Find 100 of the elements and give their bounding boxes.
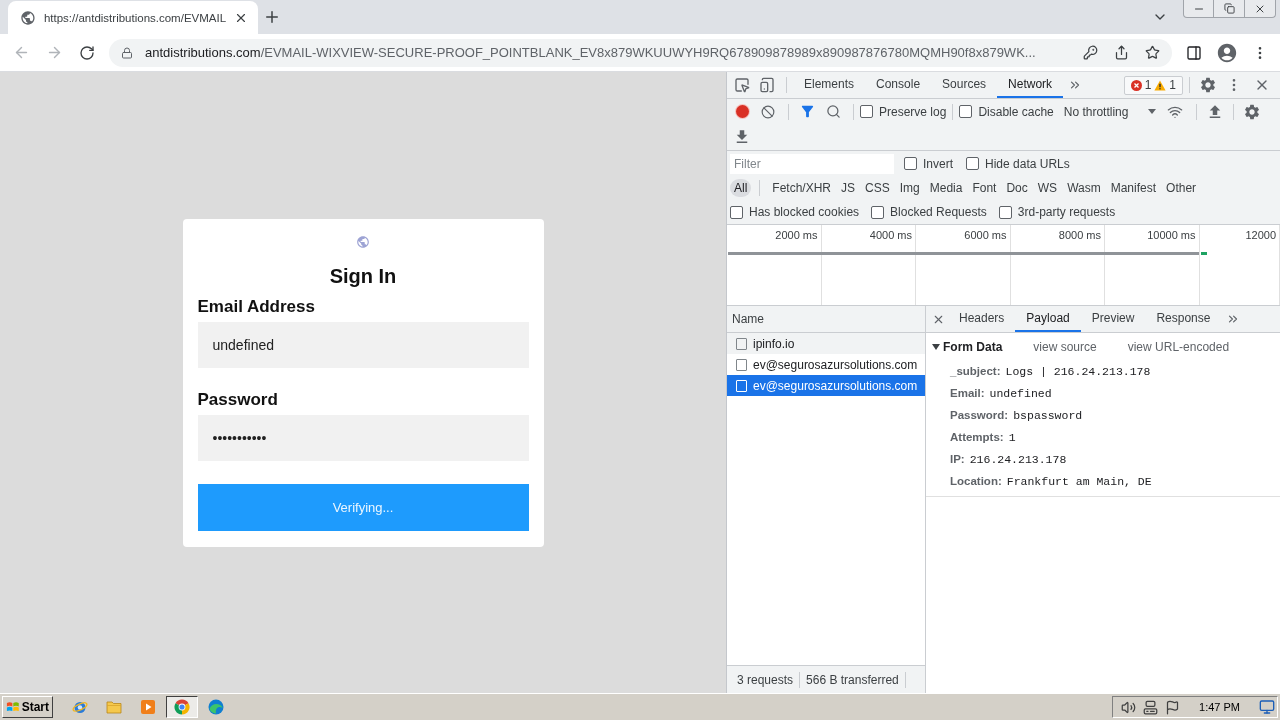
type-filter[interactable]: Doc bbox=[1002, 179, 1032, 197]
type-filter[interactable]: Media bbox=[925, 179, 967, 197]
checkbox[interactable] bbox=[904, 157, 917, 170]
type-filter[interactable]: Fetch/XHR bbox=[768, 179, 836, 197]
time-tick: 6000 ms bbox=[964, 229, 1007, 241]
share-icon[interactable] bbox=[1114, 45, 1129, 60]
field-key: _subject: bbox=[950, 365, 1001, 377]
clear-icon[interactable] bbox=[761, 104, 775, 119]
field-key: IP: bbox=[950, 453, 965, 465]
globe-icon bbox=[20, 9, 36, 26]
type-filter[interactable]: WS bbox=[1033, 179, 1062, 197]
key-icon[interactable] bbox=[1083, 45, 1098, 60]
checkbox[interactable] bbox=[730, 205, 743, 219]
restore-button[interactable] bbox=[1214, 0, 1245, 18]
url-text: antdistributions.com/EVMAIL-WIXVIEW-SECURE-PROOF_POINTBLANK_EV8x879WKUUWYH9RQ678909878989x890987876780MQMH90f8x879WK... bbox=[145, 45, 1036, 60]
checkbox[interactable] bbox=[966, 157, 979, 170]
taskbar-app-button[interactable] bbox=[166, 696, 198, 718]
request-bar bbox=[1201, 252, 1207, 255]
record-icon[interactable] bbox=[735, 105, 749, 118]
computer-icon[interactable] bbox=[1143, 699, 1159, 715]
type-filter[interactable]: Manifest bbox=[1106, 179, 1161, 197]
restore-icon bbox=[1223, 3, 1235, 14]
type-filter[interactable]: JS bbox=[837, 179, 860, 197]
inspect-icon[interactable] bbox=[734, 77, 750, 93]
column-header: Name bbox=[727, 306, 925, 333]
folder-icon bbox=[106, 699, 122, 715]
status-text: 3 requests bbox=[737, 672, 794, 687]
flag-logo-icon bbox=[6, 700, 20, 714]
issues-button[interactable]: 1 1 bbox=[1123, 75, 1183, 95]
type-filter[interactable]: All bbox=[730, 179, 752, 197]
devtools-tab[interactable]: Sources bbox=[931, 72, 998, 98]
checkbox-label: Hide data URLs bbox=[985, 156, 1070, 171]
plus-icon[interactable] bbox=[263, 8, 281, 26]
checkbox-label: Disable cache bbox=[978, 104, 1054, 119]
time-tick: 2000 ms bbox=[775, 229, 818, 241]
lock-icon[interactable] bbox=[121, 46, 133, 59]
devtools-tab[interactable]: Elements bbox=[793, 72, 866, 98]
caret-icon[interactable] bbox=[932, 344, 940, 350]
side-panel-icon[interactable] bbox=[1186, 44, 1202, 61]
browser-tab[interactable]: https://antdistributions.com/EVMAIL bbox=[8, 1, 258, 34]
field-label: Password bbox=[197, 389, 278, 410]
error-icon bbox=[1130, 79, 1142, 91]
checkbox[interactable] bbox=[860, 105, 873, 118]
ringed-sphere-icon bbox=[72, 699, 88, 715]
section-title: Form Data bbox=[943, 340, 1003, 354]
browser-icon bbox=[174, 699, 190, 715]
wave-logo-icon bbox=[208, 699, 224, 715]
detail-tab[interactable]: Headers bbox=[948, 306, 1016, 332]
type-filter[interactable]: Wasm bbox=[1063, 179, 1105, 197]
file-icon bbox=[736, 337, 747, 350]
input-field[interactable]: undefined bbox=[197, 321, 529, 368]
time-tick: 12000 bbox=[1245, 229, 1276, 241]
avatar-icon[interactable] bbox=[1216, 41, 1238, 64]
settings-icon[interactable] bbox=[1199, 76, 1217, 94]
type-filter[interactable]: CSS bbox=[861, 179, 894, 197]
speaker-icon[interactable] bbox=[1121, 699, 1137, 715]
view-link[interactable]: view URL-encoded bbox=[1127, 340, 1230, 354]
field-label: Email Address bbox=[197, 296, 315, 317]
view-link[interactable]: view source bbox=[1033, 340, 1097, 354]
reload-icon[interactable] bbox=[79, 44, 95, 61]
monitor-icon[interactable] bbox=[1259, 699, 1275, 715]
field-value: Frankfurt am Main, DE bbox=[1006, 474, 1152, 488]
type-filter[interactable]: Img bbox=[895, 179, 924, 197]
checkbox[interactable] bbox=[998, 205, 1012, 219]
settings-icon[interactable] bbox=[1243, 102, 1262, 121]
devtools-tab[interactable]: Network bbox=[997, 72, 1064, 98]
type-filter[interactable]: Other bbox=[1162, 179, 1201, 197]
search-icon[interactable] bbox=[825, 104, 841, 119]
input-field[interactable]: ••••••••••• bbox=[197, 414, 529, 461]
caret-icon bbox=[1148, 109, 1157, 114]
form-title: Sign In bbox=[329, 263, 397, 288]
field-value: undefined bbox=[989, 386, 1052, 400]
checkbox[interactable] bbox=[959, 105, 973, 118]
checkbox-label: Invert bbox=[923, 156, 953, 171]
type-filter[interactable]: Font bbox=[968, 179, 1001, 197]
clock: 1:47 PM bbox=[1199, 701, 1240, 713]
field-key: Password: bbox=[950, 409, 1009, 421]
field-value: bspassword bbox=[1013, 408, 1083, 422]
file-icon bbox=[736, 358, 747, 371]
device-icon[interactable] bbox=[759, 77, 775, 93]
checkbox-label: Has blocked cookies bbox=[749, 205, 860, 219]
request-row[interactable]: ev@segurosazursolutions.com bbox=[727, 375, 925, 396]
request-row[interactable]: ipinfo.io bbox=[727, 333, 925, 354]
detail-tab[interactable]: Payload bbox=[1015, 306, 1081, 332]
filter-input[interactable]: Filter bbox=[730, 153, 894, 174]
detail-tab[interactable]: Response bbox=[1145, 306, 1222, 332]
flag-icon[interactable] bbox=[1165, 699, 1181, 715]
throttling-select[interactable]: No throttling bbox=[1059, 101, 1161, 122]
time-tick: 10000 ms bbox=[1147, 229, 1196, 241]
address-bar[interactable]: antdistributions.com/EVMAIL-WIXVIEW-SECURE-PROOF_POINTBLANK_EV8x879WKUUWYH9RQ678909878989x890987876780MQMH90f8x879WK... bbox=[109, 38, 1172, 67]
warning-icon bbox=[1154, 79, 1167, 91]
field-key: Email: bbox=[950, 387, 985, 399]
star-icon[interactable] bbox=[1145, 45, 1160, 60]
checkbox[interactable] bbox=[871, 205, 885, 219]
status-text: 566 B transferred bbox=[806, 672, 899, 687]
devtools-tab[interactable]: Console bbox=[865, 72, 932, 98]
close-button[interactable] bbox=[1245, 0, 1276, 18]
field-value: 1 bbox=[1008, 430, 1016, 444]
detail-tab[interactable]: Preview bbox=[1080, 306, 1146, 332]
start-button[interactable]: Start bbox=[2, 696, 53, 718]
